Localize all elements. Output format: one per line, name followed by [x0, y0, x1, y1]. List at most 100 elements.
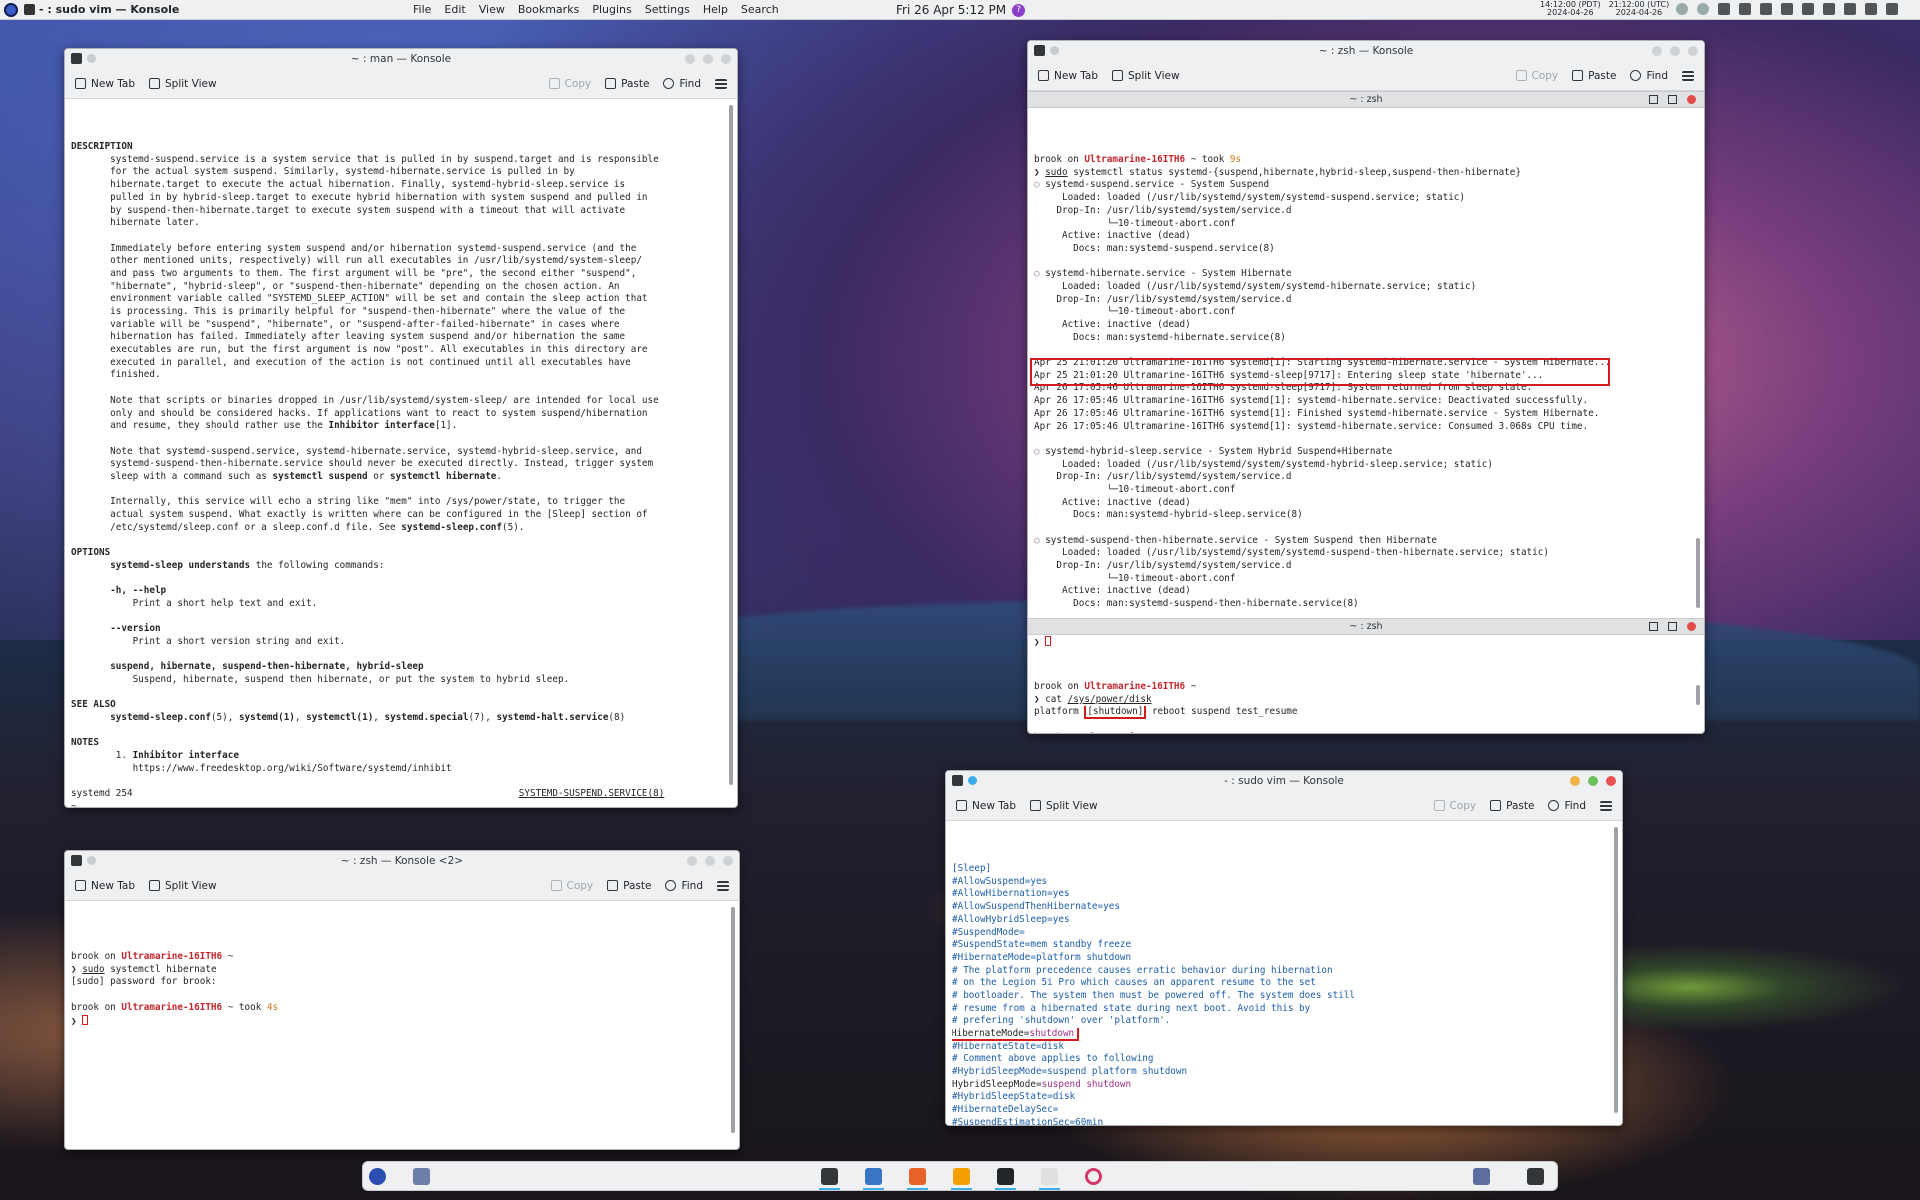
menu-search[interactable]: Search	[741, 3, 779, 16]
find-button[interactable]: Find	[1630, 70, 1668, 82]
copy-button[interactable]: Copy	[1515, 70, 1558, 82]
paste-button[interactable]: Paste	[605, 78, 649, 90]
man-titlebar[interactable]: ~ : man — Konsole	[65, 49, 737, 69]
clock[interactable]: Fri 26 Apr 5:12 PM?	[896, 3, 1026, 17]
pin-icon[interactable]	[968, 776, 977, 785]
terminal-tray-icon[interactable]	[1802, 3, 1814, 15]
split-view-button[interactable]: Split View	[1112, 70, 1180, 82]
battery-icon[interactable]	[1823, 3, 1835, 15]
menu-button[interactable]	[715, 78, 727, 89]
zsh-small-terminal[interactable]: brook on Ultramarine-16ITH6 ~ ❯ sudo syst…	[65, 901, 739, 1141]
new-tab-button[interactable]: New Tab	[75, 880, 135, 892]
pin-icon[interactable]	[87, 54, 96, 63]
menu-settings[interactable]: Settings	[645, 3, 690, 16]
close-button[interactable]	[1606, 776, 1616, 786]
new-tab-button[interactable]: New Tab	[1038, 70, 1098, 82]
terminal-icon[interactable]	[819, 1168, 840, 1190]
scrollbar[interactable]	[729, 105, 733, 785]
launcher-icon[interactable]	[369, 1168, 386, 1185]
man-terminal[interactable]: DESCRIPTION systemd-suspend.service is a…	[65, 99, 737, 807]
firefox-icon[interactable]	[907, 1168, 928, 1190]
pin-icon[interactable]	[1050, 46, 1059, 55]
minimize-button[interactable]	[687, 856, 697, 866]
minimize-button[interactable]	[1652, 46, 1662, 56]
zsh-bottom-terminal[interactable]: brook on Ultramarine-16ITH6 ~ ❯ cat /sys/…	[1028, 635, 1704, 733]
scrollbar[interactable]	[1614, 827, 1618, 1113]
copy-button[interactable]: Copy	[548, 78, 591, 90]
network-icon[interactable]	[1739, 3, 1751, 15]
maximize-button[interactable]	[705, 856, 715, 866]
konsole-icon[interactable]	[995, 1168, 1016, 1190]
close-button[interactable]	[1688, 46, 1698, 56]
pager-icon[interactable]	[413, 1168, 430, 1185]
keyboard-icon[interactable]	[1527, 1168, 1544, 1185]
menu-button[interactable]	[1600, 800, 1612, 811]
copy-button[interactable]: Copy	[550, 880, 593, 892]
maximize-pane-icon[interactable]	[1649, 95, 1658, 104]
wifi-icon[interactable]	[1865, 3, 1877, 15]
ring-icon[interactable]	[1085, 1168, 1102, 1185]
document-icon[interactable]	[1039, 1168, 1060, 1190]
copy-button[interactable]: Copy	[1433, 800, 1476, 812]
find-button[interactable]: Find	[665, 880, 703, 892]
paste-button[interactable]: Paste	[607, 880, 651, 892]
maximize-pane-icon[interactable]	[1649, 622, 1658, 631]
menu-plugins[interactable]: Plugins	[592, 3, 631, 16]
bell-icon[interactable]	[1760, 3, 1772, 15]
scrollbar[interactable]	[1696, 538, 1700, 608]
menu-help[interactable]: Help	[703, 3, 728, 16]
active-app[interactable]: - : sudo vim — Konsole	[24, 3, 179, 16]
scrollbar[interactable]	[1696, 685, 1700, 705]
bluetooth-icon[interactable]	[1781, 3, 1793, 15]
menu-button[interactable]	[1682, 70, 1694, 81]
paste-button[interactable]: Paste	[1490, 800, 1534, 812]
volume-icon[interactable]	[1844, 3, 1856, 15]
paste-button[interactable]: Paste	[1572, 70, 1616, 82]
menu-bookmarks[interactable]: Bookmarks	[518, 3, 579, 16]
terminal-line: ○ systemd-hybrid-sleep.service - System …	[1034, 445, 1393, 457]
files-icon[interactable]	[863, 1168, 884, 1190]
detach-pane-icon[interactable]	[1668, 95, 1677, 104]
scrollbar[interactable]	[731, 907, 735, 1133]
maximize-button[interactable]	[1670, 46, 1680, 56]
detach-pane-icon[interactable]	[1668, 622, 1677, 631]
new-tab-button[interactable]: New Tab	[75, 78, 135, 90]
help-badge-icon[interactable]: ?	[1012, 3, 1026, 17]
app-launcher-icon[interactable]	[4, 2, 18, 17]
minimize-button[interactable]	[685, 54, 695, 64]
chevron-up-icon[interactable]	[1886, 3, 1898, 15]
zsh-top-titlebar[interactable]: ~ : zsh — Konsole	[1028, 41, 1704, 61]
minimize-button[interactable]	[1570, 776, 1580, 786]
close-button[interactable]	[721, 54, 731, 64]
maximize-button[interactable]	[1588, 776, 1598, 786]
zsh-top-terminal[interactable]: brook on Ultramarine-16ITH6 ~ took 9s ❯ s…	[1028, 108, 1704, 648]
vim-titlebar[interactable]: - : sudo vim — Konsole	[946, 771, 1622, 791]
find-button[interactable]: Find	[663, 78, 701, 90]
split-view-button[interactable]: Split View	[149, 880, 217, 892]
new-tab-button[interactable]: New Tab	[956, 800, 1016, 812]
menu-button[interactable]	[717, 880, 729, 891]
menu-edit[interactable]: Edit	[444, 3, 465, 16]
terminal-line: # Comment above applies to following	[952, 1053, 1154, 1065]
desktops-icon[interactable]	[1473, 1168, 1490, 1185]
vlc-icon[interactable]	[951, 1168, 972, 1190]
terminal-line: other mentioned units, respectively) wil…	[71, 255, 642, 267]
vim-editor[interactable]: [Sleep] #AllowSuspend=yes #AllowHibernatio…	[946, 821, 1622, 1125]
close-pane-icon[interactable]	[1687, 622, 1696, 631]
zsh-small-titlebar[interactable]: ~ : zsh — Konsole <2>	[65, 851, 739, 871]
pin-icon[interactable]	[87, 856, 96, 865]
avatar-icon[interactable]	[1676, 3, 1688, 15]
split-view-button[interactable]: Split View	[1030, 800, 1098, 812]
clipboard-icon[interactable]	[1718, 3, 1730, 15]
split-view-button[interactable]: Split View	[149, 78, 217, 90]
menu-view[interactable]: View	[479, 3, 505, 16]
avatar2-icon[interactable]	[1697, 3, 1709, 15]
menu-file[interactable]: File	[413, 3, 431, 16]
find-button[interactable]: Find	[1548, 800, 1586, 812]
close-button[interactable]	[723, 856, 733, 866]
close-pane-icon[interactable]	[1687, 95, 1696, 104]
maximize-button[interactable]	[703, 54, 713, 64]
